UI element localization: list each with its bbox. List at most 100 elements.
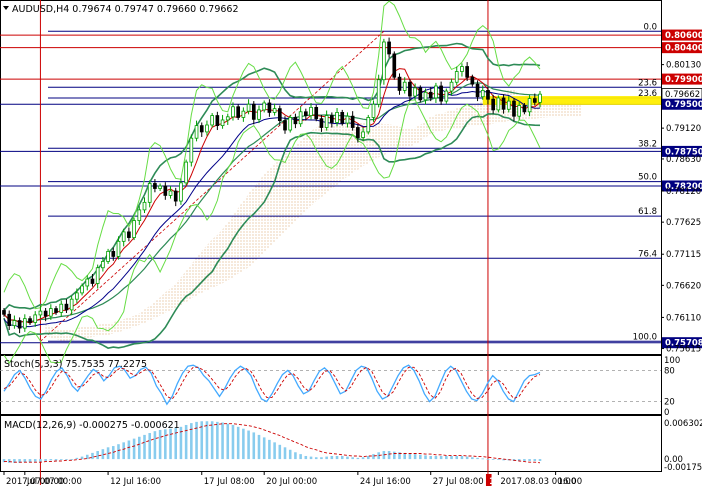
candle-body (33, 314, 38, 323)
macd-bar (210, 421, 214, 460)
macd-bar (335, 455, 339, 460)
macd-bar (262, 437, 266, 460)
macd-bar (419, 454, 422, 460)
candle-body (387, 41, 391, 55)
candle-body (413, 87, 417, 97)
fib-label-1: 23.6 (638, 78, 657, 88)
candle-body (293, 117, 298, 125)
macd-bar (434, 455, 438, 460)
macd-bar (242, 428, 245, 460)
stoch-scale-label: 20 (664, 398, 675, 408)
candle-body (168, 190, 173, 196)
candle-body (59, 303, 64, 313)
price-label: 0.78630 (666, 155, 701, 165)
time-label: 24 Jul 16:00 (360, 477, 411, 487)
macd-scale-label: -0.001758 (664, 463, 702, 473)
candle-body (251, 103, 256, 120)
macd-bar (148, 433, 151, 460)
macd-bar (127, 440, 131, 460)
candle-body (262, 102, 267, 111)
macd-bar (80, 456, 84, 460)
macd-bar (309, 456, 313, 460)
candle-body (460, 66, 464, 72)
candle-body (132, 220, 136, 238)
candle-body (17, 320, 22, 329)
candle-body (173, 190, 178, 202)
candle-body (184, 161, 188, 184)
price-label: 0.78120 (666, 187, 701, 197)
candle-body (95, 267, 100, 284)
macd-bar (231, 424, 235, 460)
candle-body (454, 71, 459, 83)
candle-body (75, 292, 79, 300)
macd-bar (257, 434, 261, 460)
candle-body (298, 111, 303, 125)
macd-bar (387, 451, 391, 460)
trading-chart[interactable]: 0.023.623.638.250.061.876.4100.0 0.80600… (0, 0, 702, 495)
candle-body (527, 98, 532, 113)
candle-body (64, 303, 69, 311)
candle-body (434, 85, 438, 99)
candle-body (106, 250, 110, 262)
candle-body (397, 76, 402, 91)
macd-bar (413, 454, 417, 460)
candle-body (220, 119, 225, 127)
price-label: 0.80600 (665, 31, 702, 41)
candle-body (465, 66, 469, 78)
price-label: 0.80400 (665, 44, 702, 54)
time-label: 1 (489, 477, 495, 487)
macd-bar (91, 452, 94, 460)
price-label: 0.79500 (665, 100, 702, 110)
macd-bar (325, 456, 328, 460)
macd-bar (132, 438, 136, 460)
candle-body (179, 182, 183, 202)
time-label: Jul 00:00 (26, 477, 64, 487)
candle-body (43, 310, 48, 317)
candle-body (350, 115, 355, 128)
macd-bar (117, 444, 120, 460)
candle-body (418, 87, 423, 101)
candle-body (444, 90, 449, 102)
macd-bar (372, 454, 375, 460)
candle-body (54, 308, 58, 313)
candle-body (215, 115, 220, 127)
time-label: 16:00 (558, 477, 583, 487)
candle-body (439, 85, 443, 102)
candle-body (210, 115, 214, 126)
candle-body (85, 278, 90, 287)
macd-bar (455, 455, 459, 460)
candle-body (80, 285, 84, 294)
macd-bar (288, 449, 292, 460)
macd-bar (424, 455, 427, 460)
macd-bar (429, 455, 433, 460)
candle-body (137, 209, 142, 221)
macd-bar (299, 454, 302, 460)
macd-bar (49, 459, 53, 461)
macd-bar (471, 457, 474, 460)
candle-body (366, 117, 371, 133)
candle-body (22, 318, 27, 329)
candle-body (121, 231, 126, 242)
macd-bar (96, 451, 99, 460)
candle-body (2, 310, 6, 315)
current-price-label: 0.79662 (665, 90, 700, 100)
fib-label-7: 100.0 (633, 332, 657, 342)
macd-bar (44, 459, 47, 461)
candle-body (158, 185, 162, 189)
candle-body (480, 90, 485, 98)
candle-body (101, 261, 105, 269)
candle-body (491, 98, 495, 111)
macd-bar (538, 459, 542, 461)
price-label: 0.75615 (666, 345, 701, 355)
time-label: 27 Jul 08:00 (433, 477, 484, 487)
candle-body (163, 185, 168, 196)
candle-body (402, 81, 407, 91)
candle-body (225, 116, 230, 121)
price-label: 0.76110 (666, 313, 701, 323)
price-label: 0.77625 (666, 218, 701, 228)
candle-body (288, 117, 293, 131)
candle-body (376, 79, 381, 105)
macd-bar (476, 457, 479, 460)
candle-body (314, 106, 319, 120)
macd-bar (122, 442, 125, 460)
